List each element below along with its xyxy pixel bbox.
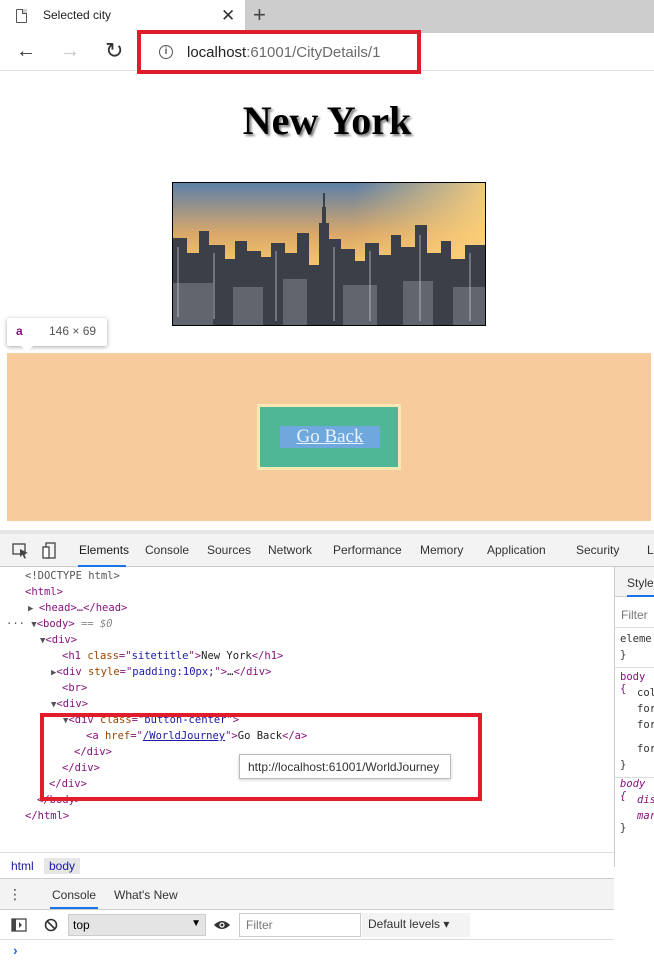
drawer-tab-whats-new[interactable]: What's New <box>114 888 178 902</box>
more-actions-icon[interactable]: ··· <box>6 618 31 630</box>
city-skyline-image <box>172 182 486 326</box>
dom-html-open[interactable]: <html> <box>25 584 63 600</box>
h1-attr-name: class <box>87 650 119 662</box>
tab-sources[interactable]: Sources <box>207 543 251 557</box>
inspector-tag: a <box>16 324 23 338</box>
console-prompt-icon[interactable]: › <box>13 942 18 958</box>
dom-doctype[interactable]: <!DOCTYPE html> <box>25 568 120 584</box>
body-eq-text: == $0 <box>74 618 113 630</box>
dropdown-arrow-icon: ▼ <box>191 918 201 929</box>
console-toolbar: top ▼ Filter Default levels ▾ <box>0 910 614 940</box>
breadcrumb-body[interactable]: body <box>44 858 81 874</box>
dom-h1[interactable]: <h1 class="sitetitle">New York</h1> <box>62 648 283 664</box>
tab-application[interactable]: Application <box>487 543 546 557</box>
body-open-text: <body> <box>36 618 75 630</box>
div-style-value: padding:10px; <box>132 666 215 678</box>
styles-divider <box>615 627 654 628</box>
style-rule-close: } <box>620 759 627 771</box>
tab-security[interactable]: Security <box>576 543 619 557</box>
console-filter-input[interactable]: Filter <box>239 913 361 937</box>
go-back-link[interactable]: Go Back <box>280 426 380 448</box>
styles-pane: Styles Filter eleme } body { col for for… <box>614 567 654 867</box>
div-open-text: <div> <box>45 634 78 646</box>
tab-performance[interactable]: Performance <box>333 543 402 557</box>
new-tab-button[interactable]: + <box>253 3 266 27</box>
style-rule-close: } <box>620 649 627 661</box>
drawer-tab-console[interactable]: Console <box>52 888 96 902</box>
devtools-tab-bar: Elements Console Sources Network Perform… <box>0 534 654 567</box>
eye-icon[interactable] <box>213 919 231 931</box>
context-value: top <box>73 918 90 932</box>
h1-attr-value: sitetitle <box>131 650 189 662</box>
drawer-active-indicator <box>50 907 98 909</box>
expand-triangle-icon[interactable]: ▶ <box>28 604 39 614</box>
button-box: Go Back <box>257 404 401 470</box>
inspector-element-badge: a 146 × 69 <box>7 318 107 352</box>
button-center-highlight: Go Back <box>7 353 651 521</box>
br-text: <br> <box>62 682 88 694</box>
style-prop[interactable]: col <box>637 687 654 699</box>
link-tooltip: http://localhost:61001/WorldJourney <box>239 754 451 779</box>
close-tab-icon[interactable]: ✕ <box>221 6 235 26</box>
html-open-text: <html> <box>25 586 63 598</box>
styles-tab-bar: Styles <box>615 567 654 597</box>
context-selector[interactable]: top ▼ <box>68 914 206 936</box>
dom-div-style[interactable]: ▶<div style="padding:10px;">…</div> <box>51 664 271 681</box>
h1-tag-close: h1 <box>264 650 278 662</box>
back-button[interactable]: ← <box>16 39 36 63</box>
tab-title: Selected city <box>43 8 112 22</box>
styles-tab-indicator <box>627 595 654 597</box>
log-levels-dropdown[interactable]: Default levels ▾ <box>362 913 470 937</box>
tab-memory[interactable]: Memory <box>420 543 463 557</box>
reload-button[interactable]: ↻ <box>105 39 123 63</box>
forward-button[interactable]: → <box>60 39 80 63</box>
dom-breadcrumb: html body <box>0 852 614 877</box>
div2-open-text: <div> <box>56 698 89 710</box>
style-prop: dis <box>637 794 654 806</box>
dom-html-close[interactable]: </html> <box>25 808 69 824</box>
dom-body-open[interactable]: ··· ▼<body> == $0 <box>6 616 113 633</box>
annotation-box-url <box>137 30 421 74</box>
doctype-text: <!DOCTYPE html> <box>25 570 120 582</box>
style-prop: mar <box>637 810 654 822</box>
tab-console[interactable]: Console <box>145 543 189 557</box>
tab-elements[interactable]: Elements <box>79 543 129 557</box>
tab-styles[interactable]: Styles <box>627 576 654 590</box>
dom-head[interactable]: ▶ <head>…</head> <box>28 600 127 617</box>
sidebar-toggle-icon[interactable] <box>11 918 27 932</box>
page-icon <box>16 9 27 23</box>
tab-network[interactable]: Network <box>268 543 312 557</box>
dom-div-inner[interactable]: ▼<div> <box>51 696 88 713</box>
style-prop[interactable]: for <box>637 703 654 715</box>
page-title: New York <box>242 98 412 143</box>
browser-tab[interactable]: Selected city ✕ <box>0 0 245 33</box>
style-prop[interactable]: for <box>637 743 654 755</box>
h1-tag: h1 <box>68 650 81 662</box>
tab-strip: Selected city ✕ + <box>0 0 654 33</box>
button-padding: Go Back <box>260 407 398 467</box>
style-rule-element[interactable]: eleme <box>620 633 652 645</box>
drawer-tab-bar: ⋮ Console What's New <box>0 878 614 910</box>
dom-br[interactable]: <br> <box>62 680 87 696</box>
elements-dom-tree: <!DOCTYPE html> <html> ▶ <head>…</head> … <box>0 567 614 852</box>
html-close-text: </html> <box>25 810 70 822</box>
inspector-dimensions: 146 × 69 <box>49 324 97 338</box>
div-style-attr: style <box>88 666 120 678</box>
breadcrumb-html[interactable]: html <box>6 858 39 874</box>
clear-console-icon[interactable] <box>44 918 58 932</box>
skyline-illustration <box>173 183 485 325</box>
inspect-element-icon[interactable] <box>12 543 30 559</box>
device-toolbar-icon[interactable] <box>42 542 60 560</box>
h1-text: New York <box>201 650 252 662</box>
style-rule-close: } <box>620 822 627 834</box>
drawer-menu-icon[interactable]: ⋮ <box>8 886 22 903</box>
styles-divider <box>615 667 654 668</box>
head-text: <head>…</head> <box>38 602 128 614</box>
tab-overflow[interactable]: L <box>647 543 654 557</box>
styles-filter-input[interactable]: Filter <box>621 608 648 622</box>
style-prop[interactable]: for <box>637 719 654 731</box>
dom-div-outer[interactable]: ▼<div> <box>40 632 77 649</box>
